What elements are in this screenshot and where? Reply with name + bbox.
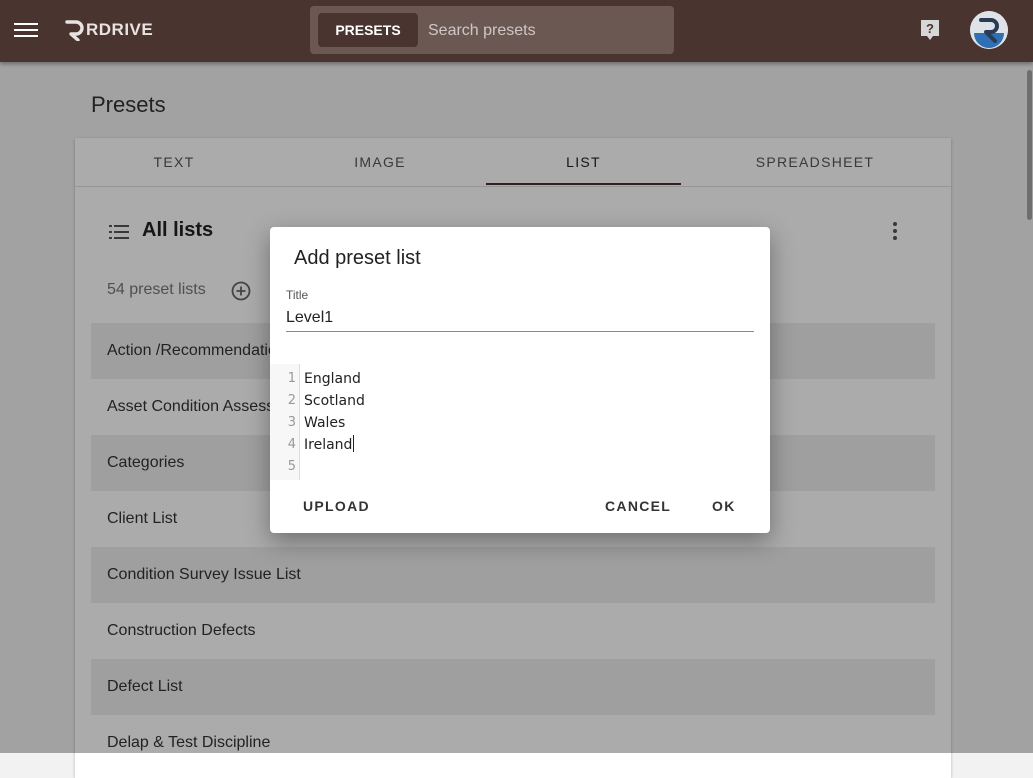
title-field-label: Title xyxy=(286,288,309,302)
logo-mark-icon xyxy=(65,20,84,41)
line-number: 4 xyxy=(287,437,296,452)
editor-line-active: Ireland xyxy=(304,434,355,456)
logo-text: RDRIVE xyxy=(86,20,154,39)
line-number: 5 xyxy=(287,459,296,474)
editor-line: Scotland xyxy=(304,393,365,409)
editor-line: England xyxy=(304,371,361,387)
upload-button[interactable]: UPLOAD xyxy=(303,492,370,520)
ok-button[interactable]: OK xyxy=(712,492,736,520)
svg-text:?: ? xyxy=(926,21,934,36)
text-caret xyxy=(353,435,355,452)
menu-icon[interactable] xyxy=(14,20,38,40)
search-input[interactable] xyxy=(426,13,666,49)
line-number: 2 xyxy=(287,393,296,408)
app-bar: RDRIVE PRESETS ? xyxy=(0,0,1033,62)
avatar[interactable] xyxy=(970,11,1008,49)
app-logo[interactable]: RDRIVE xyxy=(64,17,153,43)
add-preset-list-dialog: Add preset list Title 1 England 2 Scotla… xyxy=(270,227,770,533)
help-icon[interactable]: ? xyxy=(919,18,941,42)
list-editor[interactable]: 1 England 2 Scotland 3 Wales 4 Ireland 5 xyxy=(270,364,770,480)
cancel-button[interactable]: CANCEL xyxy=(605,492,671,520)
title-field[interactable] xyxy=(286,305,754,332)
dialog-title: Add preset list xyxy=(294,247,421,269)
editor-line: Wales xyxy=(304,415,346,431)
line-number: 1 xyxy=(287,371,296,386)
avatar-logo-icon xyxy=(970,11,1008,49)
page-scrollbar[interactable] xyxy=(1027,70,1032,220)
editor-line-text: Ireland xyxy=(304,437,353,453)
line-number: 3 xyxy=(287,415,296,430)
search-scope-chip[interactable]: PRESETS xyxy=(318,13,418,47)
search-bar: PRESETS xyxy=(310,6,674,54)
